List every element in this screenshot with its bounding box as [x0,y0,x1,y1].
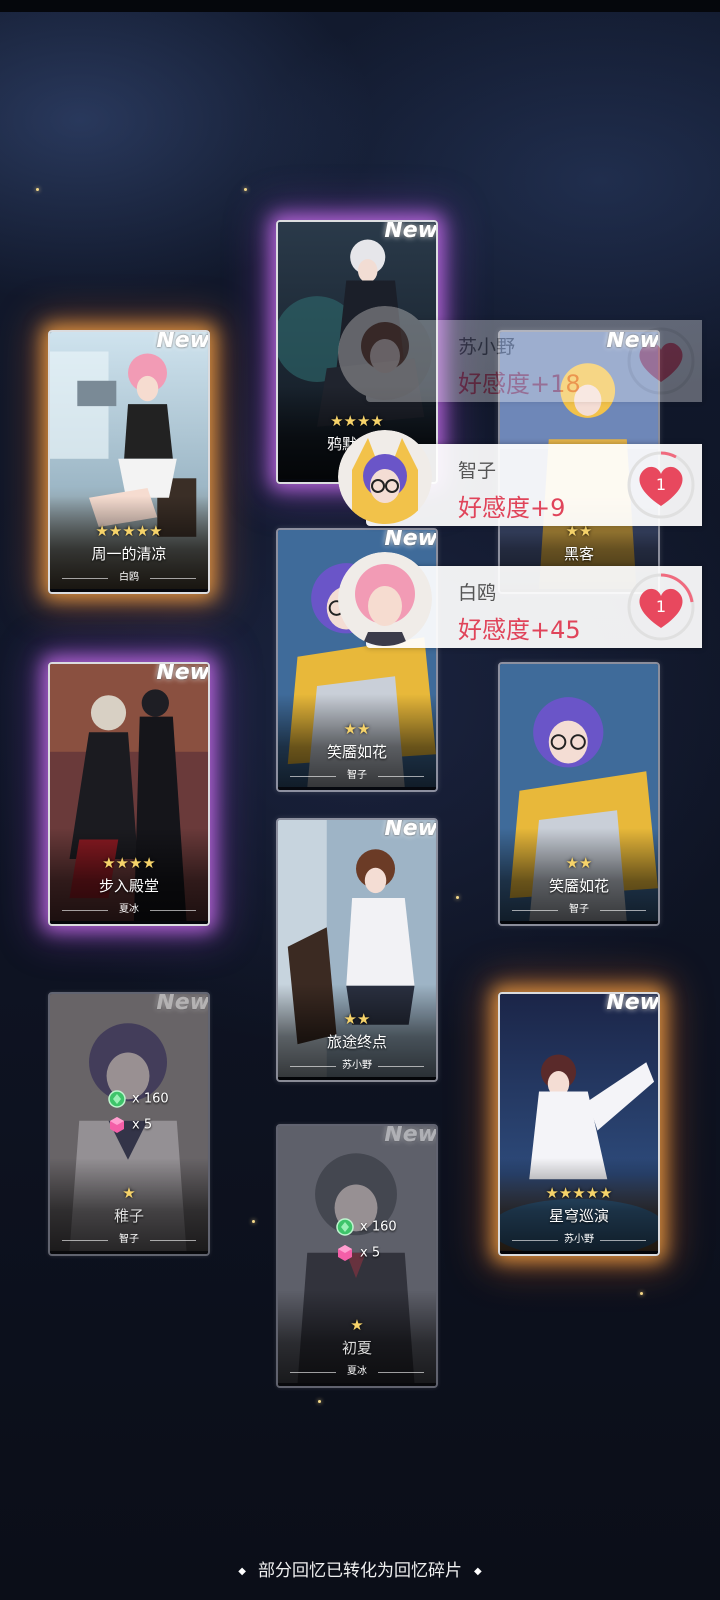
rarity-stars: ★★★★ [330,412,384,430]
card-title: 黑客 [563,545,594,563]
heart-level: 1 [656,597,666,616]
affection-gain: 好感度+18 [458,370,581,398]
green-gem-icon [336,1218,354,1236]
rarity-stars: ★★ [565,854,593,872]
new-badge: New [384,220,438,243]
green-gem-icon [108,1090,126,1108]
sparkle [252,1220,255,1223]
memory-card-converted[interactable]: New x 160 x 5 ★ 初夏 夏冰 [276,1124,438,1388]
fragment-green-count: x 160 [132,1091,169,1107]
card-owner: 夏冰 [58,902,200,918]
rarity-stars: ★★★★ [102,854,156,872]
memory-card[interactable]: New ★★ 旅途终点 苏小野 [276,818,438,1082]
pink-cube-icon [110,1117,124,1133]
fragment-pink: x 5 [336,1244,380,1262]
character-avatar [338,306,432,400]
card-title: 初夏 [341,1339,372,1357]
card-title: 笑靥如花 [548,877,609,895]
card-owner: 夏冰 [286,1364,428,1380]
character-avatar [338,552,432,646]
fragment-pink-count: x 5 [360,1245,381,1261]
affection-gain: 好感度+9 [458,494,566,522]
heart-level-icon: 1 [627,451,695,519]
new-badge: New [606,330,660,353]
character-name: 苏小野 [458,336,516,358]
rarity-stars: ★★ [343,1010,371,1028]
affection-gain: 好感度+45 [458,616,581,644]
pink-cube-icon [338,1245,352,1261]
heart-level: 1 [656,475,666,494]
character-name: 白鸥 [458,582,497,604]
diamond-icon: ◆ [474,1565,482,1577]
new-badge: New [156,992,210,1015]
card-owner: 智子 [508,902,650,918]
diamond-icon: ◆ [238,1565,246,1577]
card-title: 笑靥如花 [326,743,387,761]
sparkle [244,188,247,191]
avatar-art [338,552,432,646]
heart-level-icon: 1 [627,573,695,641]
memory-card[interactable]: New ★★★★★ 星穹巡演 苏小野 [498,992,660,1256]
new-badge: New [606,992,660,1015]
card-owner: 白鸥 [58,570,200,586]
conversion-notice: ◆ 部分回忆已转化为回忆碎片 ◆ [0,1556,720,1581]
card-owner: 智子 [58,1232,200,1248]
character-name: 智子 [458,460,497,482]
memory-card[interactable]: ★★ 笑靥如花 智子 [498,662,660,926]
conversion-notice-text: 部分回忆已转化为回忆碎片 [258,1561,462,1581]
card-title: 星穹巡演 [548,1207,609,1225]
rarity-stars: ★★★★★ [545,1184,613,1202]
sparkle [456,896,459,899]
rarity-stars: ★★★★★ [95,522,163,540]
new-badge: New [156,330,210,353]
new-badge: New [384,1124,438,1147]
fragment-green: x 160 [108,1090,169,1108]
sparkle [318,1400,321,1403]
fragment-green-count: x 160 [360,1219,397,1235]
rarity-stars: ★ [350,1316,364,1334]
card-owner: 苏小野 [508,1232,650,1248]
affection-toast: 智子 好感度+9 1 [338,430,702,526]
new-badge: New [384,528,438,551]
affection-toast: 白鸥 好感度+45 1 [338,552,702,648]
card-owner: 苏小野 [286,1058,428,1074]
sparkle [640,1292,643,1295]
card-reveal-screen: New ★★★★★ 周一的清凉 白鸥 New ★★★★ 鸦默雀静 New [0,0,720,1600]
card-owner: 智子 [286,768,428,784]
memory-card[interactable]: New ★★★★ 步入殿堂 夏冰 [48,662,210,926]
memory-card-converted[interactable]: New x 160 x 5 ★ 稚子 智子 [48,992,210,1256]
avatar-art [338,430,432,524]
rarity-stars: ★ [122,1184,136,1202]
card-title: 步入殿堂 [98,877,159,895]
memory-card[interactable]: New ★★★★★ 周一的清凉 白鸥 [48,330,210,594]
fragment-pink: x 5 [108,1116,152,1134]
fragment-green: x 160 [336,1218,397,1236]
sparkle [36,188,39,191]
fragment-pink-count: x 5 [132,1117,153,1133]
rarity-stars: ★★ [343,720,371,738]
card-title: 周一的清凉 [91,545,167,563]
avatar-art [338,306,432,400]
new-badge: New [384,818,438,841]
character-avatar [338,430,432,524]
card-title: 旅途终点 [326,1033,387,1051]
new-badge: New [156,662,210,685]
status-bar [0,0,720,12]
card-title: 稚子 [113,1207,144,1225]
